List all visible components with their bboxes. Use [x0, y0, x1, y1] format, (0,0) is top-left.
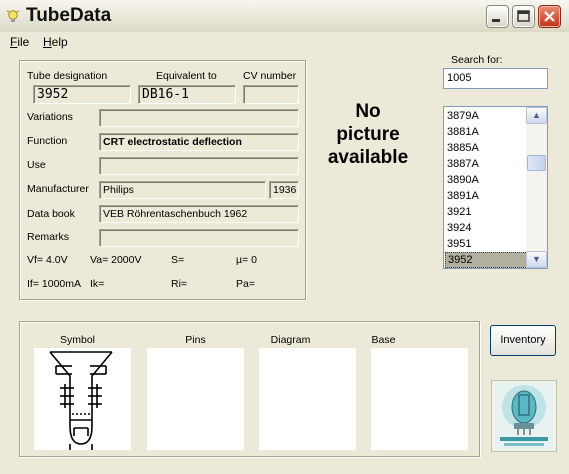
year-field[interactable]: 1936 — [269, 181, 299, 199]
function-label: Function — [27, 135, 68, 147]
cv-label: CV number — [243, 70, 297, 82]
diagram-header: Diagram — [270, 334, 311, 346]
list-item[interactable]: 3881A — [445, 124, 528, 140]
use-field[interactable] — [99, 157, 299, 175]
menu-help[interactable]: Help — [43, 35, 68, 49]
minimize-button[interactable] — [486, 5, 509, 28]
list-item[interactable]: 3951 — [445, 236, 528, 252]
mu-value: µ= 0 — [236, 254, 257, 266]
designation-field[interactable]: 3952 — [33, 85, 131, 104]
no-picture-line3: available — [327, 147, 409, 168]
variations-label: Variations — [27, 111, 73, 123]
menu-file-label: ile — [17, 35, 30, 49]
list-item[interactable]: 3885A — [445, 140, 528, 156]
symbol-panel — [34, 348, 131, 450]
menu-bar — [0, 32, 569, 52]
cv-field[interactable] — [243, 85, 299, 104]
use-label: Use — [27, 159, 46, 171]
manufacturer-field[interactable]: Philips — [99, 181, 266, 199]
menu-file[interactable]: File — [10, 35, 29, 49]
list-item[interactable]: 3891A — [445, 188, 528, 204]
remarks-field[interactable] — [99, 229, 299, 247]
no-picture-line2: picture — [336, 124, 400, 145]
minimize-icon — [492, 19, 500, 22]
no-picture-line1: No — [355, 101, 381, 122]
variations-field[interactable] — [99, 109, 299, 127]
databook-label: Data book — [27, 208, 75, 220]
base-header: Base — [371, 334, 396, 346]
window-title: TubeData — [26, 5, 112, 26]
list-item[interactable]: 3924 — [445, 220, 528, 236]
if-value: If= 1000mA — [27, 278, 81, 290]
list-item[interactable]: 3952 — [445, 252, 528, 268]
list-item[interactable]: 3887A — [445, 156, 528, 172]
equivalent-label: Equivalent to — [156, 70, 217, 82]
ri-value: Ri= — [171, 278, 188, 290]
function-field[interactable]: CRT electrostatic deflection — [99, 133, 299, 151]
menu-help-label: elp — [51, 35, 68, 49]
scroll-thumb[interactable] — [527, 155, 546, 171]
chevron-up-icon: ▲ — [532, 110, 541, 120]
scroll-down-button[interactable]: ▼ — [526, 251, 547, 268]
remarks-label: Remarks — [27, 231, 70, 243]
equivalent-field[interactable]: DB16-1 — [138, 85, 236, 104]
scroll-up-button[interactable]: ▲ — [526, 107, 547, 124]
vacuum-tube-logo-icon — [494, 383, 554, 449]
ik-value: Ik= — [90, 278, 105, 290]
close-icon — [544, 11, 555, 22]
tube-logo-image — [491, 380, 557, 452]
vf-value: Vf= 4.0V — [27, 254, 68, 266]
lightbulb-icon — [6, 10, 20, 22]
maximize-button[interactable] — [512, 5, 535, 28]
tube-symbol-icon — [49, 351, 113, 450]
pa-value: Pa= — [236, 278, 255, 290]
search-input[interactable]: 1005 — [443, 68, 548, 89]
symbol-header: Symbol — [59, 334, 95, 346]
no-picture-text: No picture available — [306, 100, 430, 169]
pins-panel — [147, 348, 244, 450]
list-item[interactable]: 3879A — [445, 108, 528, 124]
diagram-panel — [259, 348, 356, 450]
s-value: S= — [171, 254, 185, 266]
list-scrollbar[interactable] — [526, 107, 547, 268]
inventory-button[interactable]: Inventory — [490, 325, 556, 356]
pins-header: Pins — [185, 334, 206, 346]
designation-label: Tube designation — [27, 70, 108, 82]
maximize-icon — [517, 10, 530, 22]
chevron-down-icon: ▼ — [532, 254, 541, 264]
menu-help-mnemonic: H — [43, 35, 52, 49]
manufacturer-label: Manufacturer — [27, 183, 89, 195]
list-item[interactable]: 3890A — [445, 172, 528, 188]
databook-field[interactable]: VEB Röhrentaschenbuch 1962 — [99, 205, 299, 223]
base-panel — [371, 348, 468, 450]
close-button[interactable] — [538, 5, 561, 28]
va-value: Va= 2000V — [90, 254, 142, 266]
search-label: Search for: — [451, 54, 503, 66]
list-item[interactable]: 3921 — [445, 204, 528, 220]
